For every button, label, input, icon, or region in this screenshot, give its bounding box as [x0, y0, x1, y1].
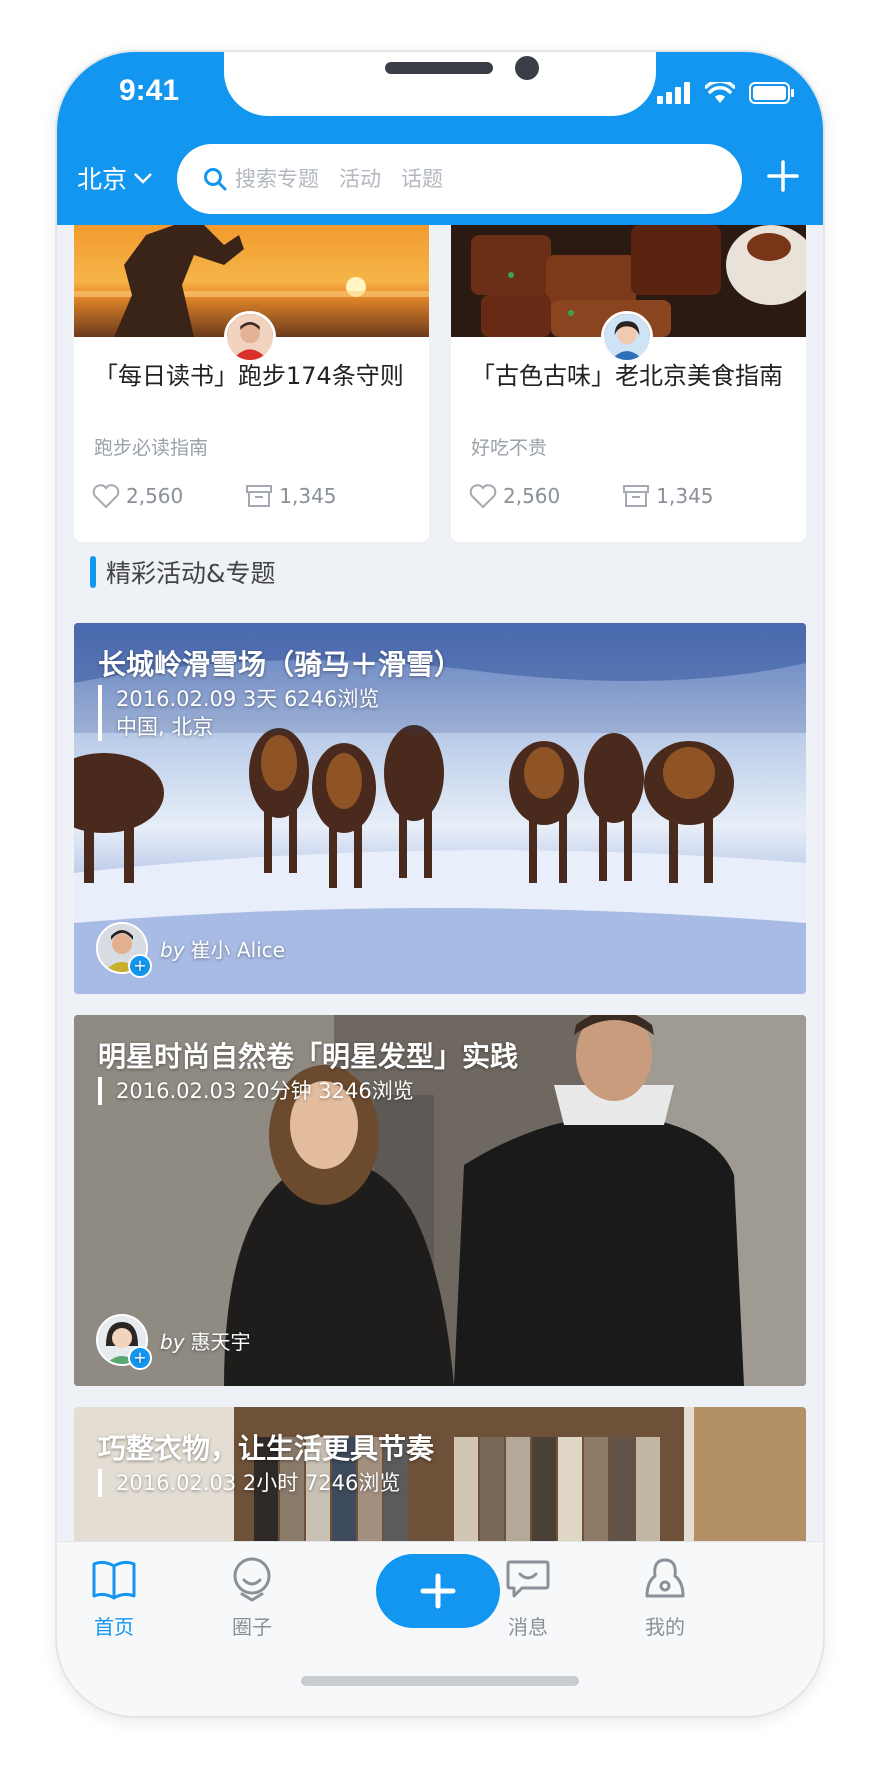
signal-icon	[657, 82, 690, 104]
by-label: by	[160, 1329, 185, 1354]
activity-banner[interactable]: 巧整衣物，让生活更具节奏 2016.02.03 2小时 7246浏览	[74, 1407, 806, 1541]
chevron-down-icon	[134, 173, 152, 184]
battery-icon	[749, 82, 794, 104]
tab-label: 消息	[508, 1615, 548, 1639]
author-name: 崔小 Alice	[190, 937, 285, 962]
topic-card[interactable]: 「每日读书」跑步174条守则 跑步必读指南 2,560 1,345	[74, 225, 429, 542]
author-avatar[interactable]	[601, 311, 653, 363]
like-stat[interactable]: 2,560	[469, 483, 560, 509]
card-title[interactable]: 「每日读书」跑步174条守则	[94, 360, 414, 392]
status-icons	[657, 80, 795, 106]
topic-card[interactable]: 「古色古味」老北京美食指南 好吃不贵 2,560 1,345	[451, 225, 806, 542]
tab-circle[interactable]: 圈子	[202, 1556, 302, 1640]
favorite-count: 1,345	[656, 484, 714, 508]
banner-stats: 2016.02.03 20分钟 3246浏览	[116, 1079, 414, 1103]
search-bar[interactable]	[177, 144, 742, 214]
tab-profile[interactable]: 我的	[615, 1556, 715, 1640]
banner-meta: 2016.02.03 20分钟 3246浏览	[98, 1077, 414, 1105]
like-count: 2,560	[126, 484, 184, 508]
tab-label: 圈子	[232, 1615, 272, 1639]
section-title: 精彩活动&专题	[106, 559, 276, 588]
home-indicator[interactable]	[301, 1676, 579, 1686]
bottom-tab-bar: 首页 圈子 消息 我的	[57, 1541, 823, 1716]
phone-frame: 「每日读书」跑步174条守则 跑步必读指南 2,560 1,345 「古色古味」…	[57, 52, 823, 1716]
status-time: 9:41	[119, 74, 180, 107]
chat-icon	[506, 1560, 550, 1598]
banner-meta: 2016.02.03 2小时 7246浏览	[98, 1469, 400, 1497]
device-notch	[224, 52, 656, 116]
card-subtitle: 好吃不贵	[471, 437, 548, 459]
banner-title[interactable]: 巧整衣物，让生活更具节奏	[98, 1427, 434, 1467]
card-title[interactable]: 「古色古味」老北京美食指南	[471, 360, 791, 392]
city-selector[interactable]: 北京	[77, 160, 153, 196]
tab-label: 首页	[94, 1615, 134, 1639]
face-icon	[233, 1557, 271, 1602]
activity-banner[interactable]: 长城岭滑雪场（骑马＋滑雪） 2016.02.09 3天 6246浏览 中国, 北…	[74, 623, 806, 994]
search-icon	[204, 168, 227, 191]
author-avatar[interactable]: +	[96, 1314, 152, 1370]
camera-dot	[515, 56, 539, 80]
feed[interactable]: 「每日读书」跑步174条守则 跑步必读指南 2,560 1,345 「古色古味」…	[57, 225, 823, 1541]
archive-icon	[246, 485, 273, 507]
section-accent-bar	[90, 556, 96, 588]
favorite-stat[interactable]: 1,345	[622, 483, 714, 509]
book-icon	[92, 1560, 136, 1600]
search-input[interactable]	[233, 166, 687, 192]
user-icon	[645, 1558, 685, 1598]
banner-title[interactable]: 长城岭滑雪场（骑马＋滑雪）	[98, 643, 462, 683]
activity-banner[interactable]: 明星时尚自然卷「明星发型」实践 2016.02.03 20分钟 3246浏览 +…	[74, 1015, 806, 1386]
heart-icon	[469, 484, 497, 509]
city-label: 北京	[77, 165, 128, 194]
favorite-stat[interactable]: 1,345	[245, 483, 337, 509]
by-label: by	[160, 937, 185, 962]
follow-badge[interactable]: +	[128, 1346, 152, 1370]
tab-messages[interactable]: 消息	[478, 1556, 578, 1640]
author-name: 惠天宇	[190, 1329, 251, 1354]
app-header: 9:41 北京	[57, 52, 823, 225]
add-icon[interactable]	[765, 158, 801, 194]
author-avatar[interactable]	[224, 311, 276, 363]
banner-author[interactable]: + by 崔小 Alice	[96, 922, 285, 978]
heart-icon	[92, 484, 120, 509]
banner-stats: 2016.02.03 2小时 7246浏览	[116, 1471, 401, 1495]
banner-title[interactable]: 明星时尚自然卷「明星发型」实践	[98, 1035, 518, 1075]
author-avatar[interactable]: +	[96, 922, 152, 978]
banner-author[interactable]: + by 惠天宇	[96, 1314, 251, 1370]
banner-location: 中国, 北京	[116, 715, 214, 739]
tab-label: 我的	[645, 1615, 685, 1639]
tab-home[interactable]: 首页	[64, 1556, 164, 1640]
wifi-icon	[705, 82, 735, 103]
section-header: 精彩活动&专题	[90, 554, 276, 590]
archive-icon	[623, 485, 650, 507]
like-stat[interactable]: 2,560	[92, 483, 183, 509]
card-subtitle: 跑步必读指南	[94, 437, 209, 459]
speaker-grille	[385, 62, 493, 74]
banner-stats: 2016.02.09 3天 6246浏览	[116, 687, 380, 711]
banner-meta: 2016.02.09 3天 6246浏览 中国, 北京	[98, 685, 379, 741]
favorite-count: 1,345	[279, 484, 337, 508]
like-count: 2,560	[503, 484, 561, 508]
follow-badge[interactable]: +	[128, 954, 152, 978]
